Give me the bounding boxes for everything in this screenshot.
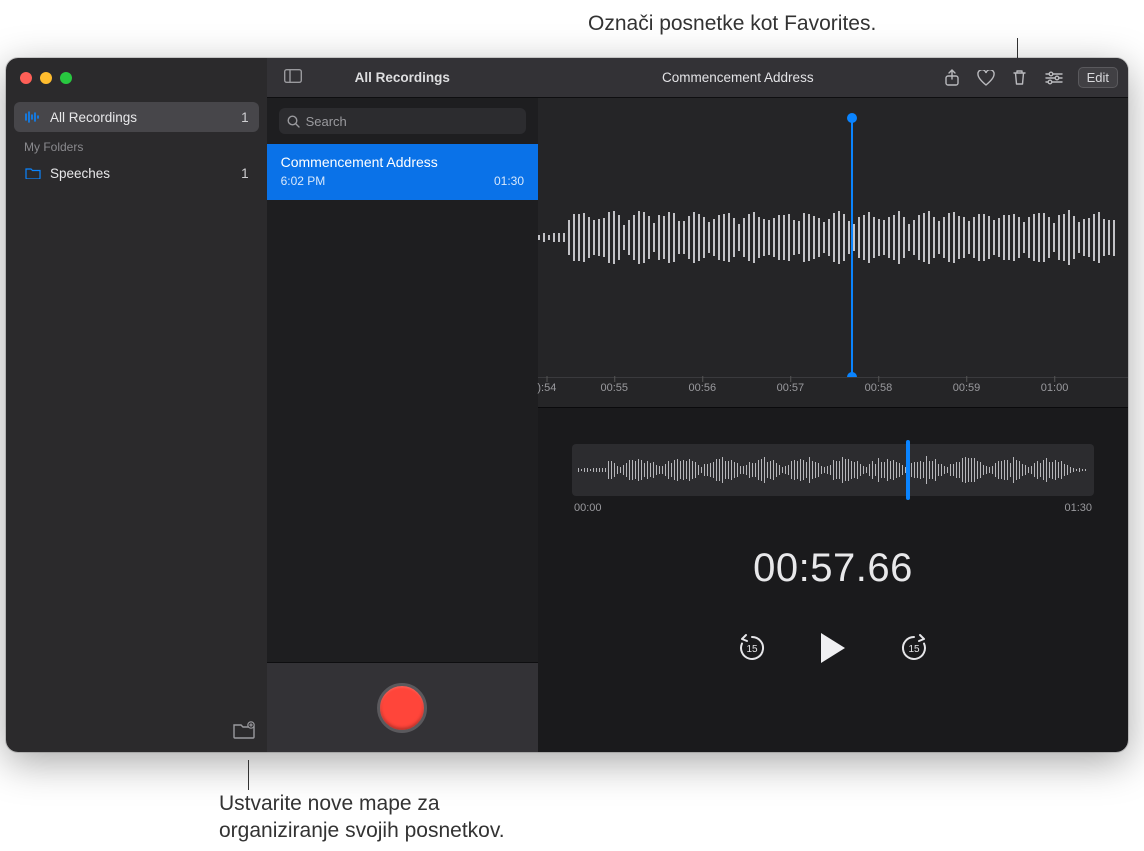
waveform-icon bbox=[24, 111, 42, 123]
ruler-tick: 00:57 bbox=[777, 382, 805, 394]
overview-labels: 00:00 01:30 bbox=[572, 502, 1094, 514]
memo-title: Commencement Address bbox=[281, 154, 524, 170]
callout-line bbox=[248, 760, 249, 790]
sidebar-item-count: 1 bbox=[241, 166, 249, 181]
share-button[interactable] bbox=[942, 68, 962, 88]
new-folder-button[interactable] bbox=[233, 721, 255, 744]
skip-forward-button[interactable]: 15 bbox=[898, 632, 930, 669]
settings-button[interactable] bbox=[1044, 68, 1064, 88]
minimize-window-button[interactable] bbox=[40, 72, 52, 84]
overview-wrap: 00:00 01:30 bbox=[538, 408, 1128, 524]
playhead[interactable] bbox=[851, 118, 853, 377]
search-placeholder: Search bbox=[306, 114, 347, 129]
record-area bbox=[267, 662, 538, 752]
transport-controls: 15 15 bbox=[538, 631, 1128, 670]
waveform-canvas bbox=[538, 98, 1128, 377]
edit-button[interactable]: Edit bbox=[1078, 67, 1118, 88]
memo-meta: 6:02 PM 01:30 bbox=[281, 174, 524, 188]
waveform-zoom[interactable]: ):54 00:55 00:56 00:57 00:58 00:59 01:00 bbox=[538, 98, 1128, 408]
search-wrap: Search bbox=[267, 98, 538, 144]
sidebar-item-label: All Recordings bbox=[50, 110, 137, 125]
app-window: All Recordings 1 My Folders Speeches 1 bbox=[6, 58, 1128, 752]
ruler-tick: 00:58 bbox=[865, 382, 893, 394]
time-ruler: ):54 00:55 00:56 00:57 00:58 00:59 01:00 bbox=[538, 377, 1128, 407]
sidebar-section-label: My Folders bbox=[14, 132, 259, 158]
page-title: Commencement Address bbox=[548, 70, 928, 85]
ruler-tick: 00:55 bbox=[600, 382, 628, 394]
svg-text:15: 15 bbox=[908, 644, 920, 655]
sidebar-item-folder[interactable]: Speeches 1 bbox=[14, 158, 259, 188]
list-header-title: All Recordings bbox=[355, 70, 450, 85]
sidebar-footer bbox=[6, 712, 267, 752]
waveform-overview[interactable] bbox=[572, 444, 1094, 496]
time-readout: 00:57.66 bbox=[538, 546, 1128, 591]
overview-end: 01:30 bbox=[1064, 502, 1092, 514]
overview-start: 00:00 bbox=[574, 502, 602, 514]
sidebar-item-count: 1 bbox=[241, 110, 249, 125]
delete-button[interactable] bbox=[1010, 68, 1030, 88]
callout-new-folder-line1: Ustvarite nove mape za bbox=[219, 792, 440, 815]
ruler-tick: 00:59 bbox=[953, 382, 981, 394]
sidebar-nav: All Recordings 1 My Folders Speeches 1 bbox=[6, 98, 267, 712]
play-button[interactable] bbox=[818, 631, 848, 670]
callout-new-folder: Ustvarite nove mape za organiziranje svo… bbox=[219, 790, 505, 845]
sidebar-item-label: Speeches bbox=[50, 166, 110, 181]
callout-favorite: Označi posnetke kot Favorites. bbox=[588, 10, 876, 37]
memo-duration: 01:30 bbox=[494, 174, 524, 188]
toggle-sidebar-button[interactable] bbox=[284, 69, 302, 86]
favorite-button[interactable] bbox=[976, 68, 996, 88]
folder-icon bbox=[24, 167, 42, 179]
svg-text:15: 15 bbox=[746, 644, 758, 655]
ruler-tick: ):54 bbox=[537, 382, 556, 394]
memo-list: Commencement Address 6:02 PM 01:30 bbox=[267, 144, 538, 662]
recording-list-pane: All Recordings Search Commencement Addre… bbox=[267, 58, 538, 752]
zoom-window-button[interactable] bbox=[60, 72, 72, 84]
ruler-tick: 00:56 bbox=[689, 382, 717, 394]
detail-pane: Commencement Address Edit ):54 00:55 00:56… bbox=[538, 58, 1128, 752]
callout-favorite-text: Označi posnetke kot Favorites. bbox=[588, 12, 876, 35]
sidebar-item-all-recordings[interactable]: All Recordings 1 bbox=[14, 102, 259, 132]
search-icon bbox=[287, 115, 300, 128]
skip-back-button[interactable]: 15 bbox=[736, 632, 768, 669]
ruler-tick: 01:00 bbox=[1041, 382, 1069, 394]
record-button[interactable] bbox=[377, 683, 427, 733]
overview-playhead[interactable] bbox=[906, 440, 910, 500]
close-window-button[interactable] bbox=[20, 72, 32, 84]
window-controls bbox=[6, 58, 267, 98]
callout-new-folder-line2: organiziranje svojih posnetkov. bbox=[219, 819, 505, 842]
memo-time: 6:02 PM bbox=[281, 174, 326, 188]
memo-item[interactable]: Commencement Address 6:02 PM 01:30 bbox=[267, 144, 538, 200]
detail-toolbar: Commencement Address Edit bbox=[538, 58, 1128, 98]
list-header: All Recordings bbox=[267, 58, 538, 98]
sidebar: All Recordings 1 My Folders Speeches 1 bbox=[6, 58, 267, 752]
search-input[interactable]: Search bbox=[279, 108, 526, 134]
